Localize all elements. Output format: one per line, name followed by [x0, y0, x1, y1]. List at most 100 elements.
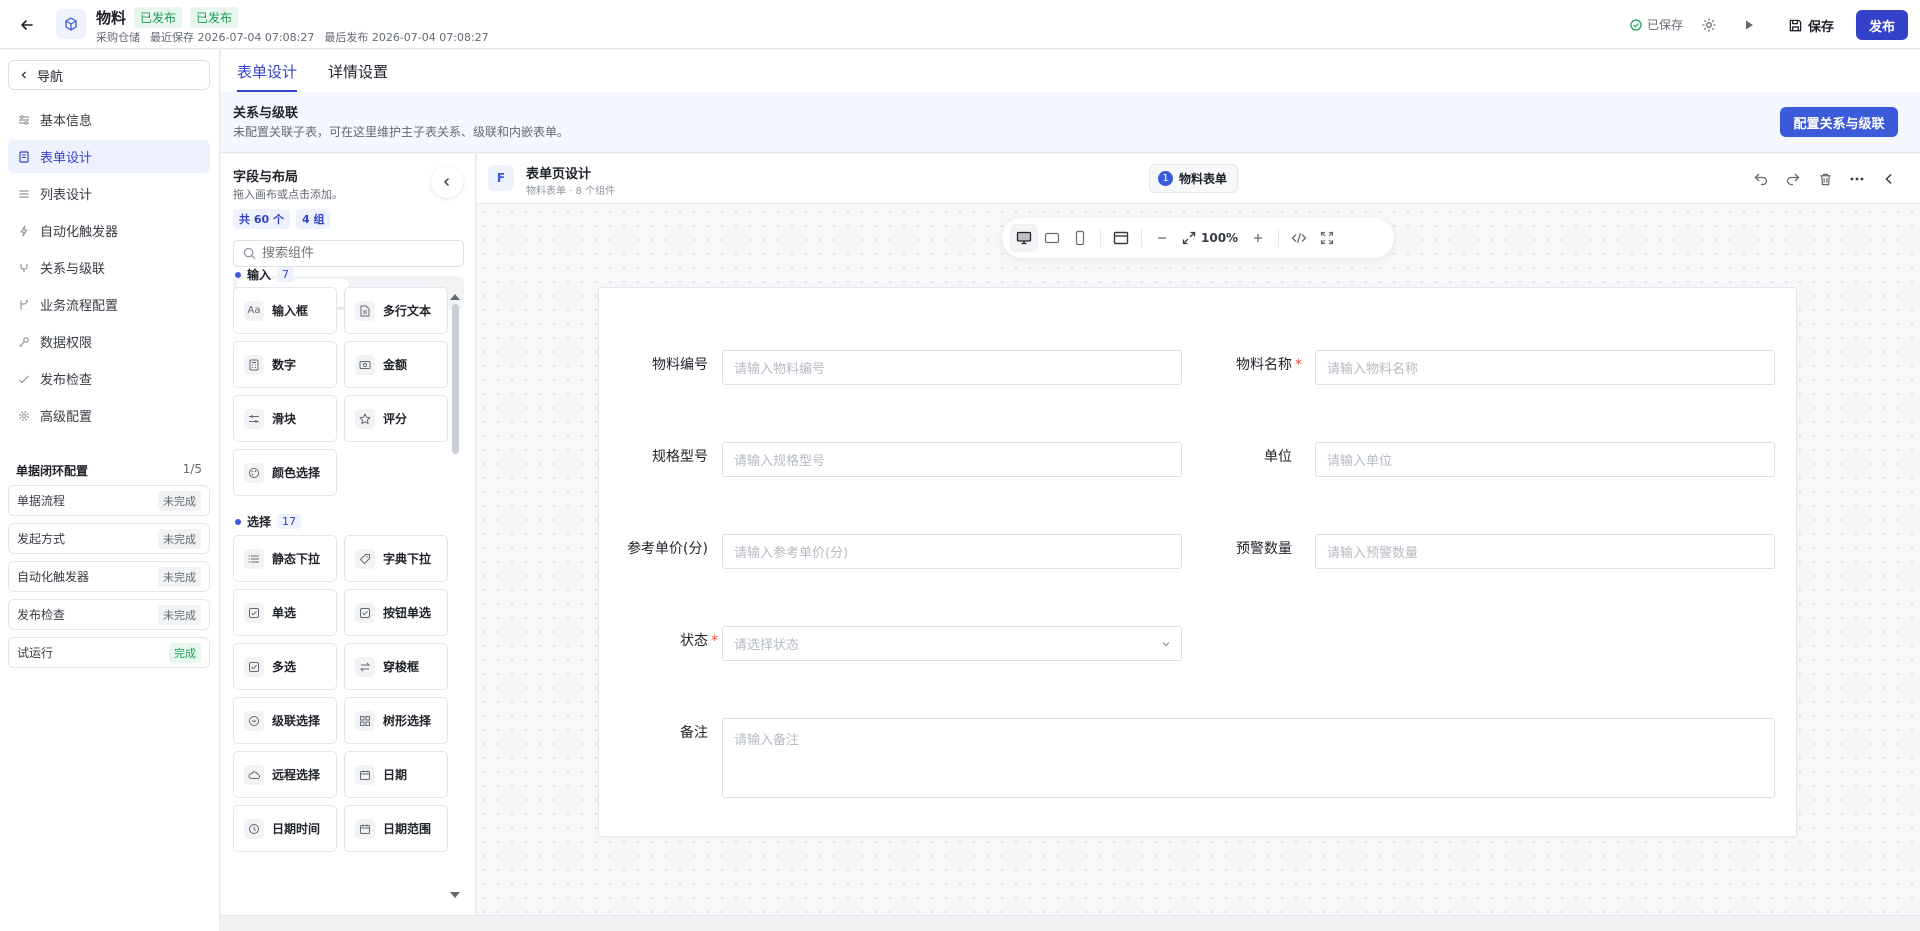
tab-form-design[interactable]: 表单设计 [237, 50, 298, 92]
sidebar-item-list-design[interactable]: 列表设计 [8, 177, 210, 210]
sidebar-item-label: 数据权限 [40, 336, 93, 351]
sliders-icon [18, 114, 30, 126]
alert-quantity-input[interactable]: 请输入预警数量 [1315, 534, 1775, 569]
sidebar-item-permissions[interactable]: 数据权限 [8, 325, 210, 358]
component-radio[interactable]: 单选 [233, 589, 337, 636]
closed-loop-config-count: 1/5 [182, 462, 202, 476]
component-color-picker[interactable]: 颜色选择 [233, 449, 337, 496]
back-button[interactable] [14, 12, 40, 38]
group-count: 17 [277, 514, 302, 529]
component-search[interactable] [233, 240, 464, 267]
sidebar-item-advanced[interactable]: 高级配置 [8, 399, 210, 432]
config-item-doc-flow[interactable]: 单据流程 未完成 [8, 485, 210, 516]
component-label: 日期时间 [272, 822, 321, 836]
minus-icon [1158, 237, 1166, 239]
component-panel: 字段与布局 拖入画布或点击添加。 共 60 个 4 组 组件库 60 字段资产 … [221, 154, 476, 915]
search-input[interactable] [262, 246, 452, 261]
transfer-icon [355, 656, 375, 677]
label-text: 状态 [680, 633, 708, 649]
zoom-fit-button[interactable]: 100% [1176, 231, 1244, 245]
layout-view-button[interactable] [1107, 224, 1135, 252]
component-tree-select[interactable]: 树形选择 [344, 697, 448, 744]
sidebar-item-form-design[interactable]: 表单设计 [8, 140, 210, 173]
arrow-left-icon [21, 20, 33, 30]
component-datetime[interactable]: 日期时间 [233, 805, 337, 852]
undo-button[interactable] [1747, 165, 1775, 193]
unit-input[interactable]: 请输入单位 [1315, 442, 1775, 477]
zoom-in-button[interactable] [1244, 224, 1272, 252]
group-header-select: 选择 17 [235, 513, 302, 530]
nav-label: 导航 [37, 69, 64, 85]
status-select-placeholder: 请选择状态 [734, 638, 800, 653]
play-icon [1746, 20, 1753, 30]
config-item-automation[interactable]: 自动化触发器 未完成 [8, 561, 210, 592]
status-badge: 未完成 [158, 528, 201, 549]
settings-button[interactable] [1695, 11, 1723, 39]
sidebar-item-publish-check[interactable]: 发布检查 [8, 362, 210, 395]
reference-price-input[interactable]: 请输入参考单价(分) [722, 534, 1182, 569]
panel-scrollbar[interactable] [452, 304, 459, 454]
field-label-material-code: 物料编号 [652, 354, 708, 374]
clock-icon [244, 818, 264, 839]
config-item-trial-run[interactable]: 试运行 完成 [8, 637, 210, 668]
fullscreen-button[interactable] [1313, 224, 1341, 252]
nav-back-button[interactable]: 导航 [8, 60, 210, 90]
spec-model-input[interactable]: 请输入规格型号 [722, 442, 1182, 477]
configure-relations-button[interactable]: 配置关系与级联 [1780, 107, 1898, 137]
config-item-publish-check[interactable]: 发布检查 未完成 [8, 599, 210, 630]
status-badge: 已发布 [190, 7, 239, 28]
form-tab[interactable]: 1 物料表单 [1149, 164, 1239, 193]
list-icon [244, 548, 264, 569]
component-amount[interactable]: 金额 [344, 341, 448, 388]
collapse-panel-button[interactable] [431, 166, 463, 198]
tab-detail-settings[interactable]: 详情设置 [328, 50, 388, 92]
run-button[interactable] [1735, 11, 1763, 39]
mobile-view-button[interactable] [1066, 224, 1094, 252]
publish-button[interactable]: 发布 [1856, 10, 1908, 40]
status-select[interactable]: 请选择状态 [722, 626, 1182, 661]
form-icon [18, 150, 30, 163]
label-text: 参考单价(分) [627, 541, 708, 557]
component-checkbox[interactable]: 多选 [233, 643, 337, 690]
save-button[interactable]: 保存 [1778, 11, 1844, 39]
component-remote-select[interactable]: 远程选择 [233, 751, 337, 798]
zoom-out-button[interactable] [1148, 224, 1176, 252]
tablet-icon [1044, 232, 1060, 244]
config-item-initiation[interactable]: 发起方式 未完成 [8, 523, 210, 554]
status-badge: 未完成 [158, 566, 201, 587]
component-transfer[interactable]: 穿梭框 [344, 643, 448, 690]
component-textarea[interactable]: 多行文本 [344, 287, 448, 334]
sidebar-item-label: 表单设计 [40, 151, 93, 166]
component-text-input[interactable]: Aa 输入框 [233, 287, 337, 334]
component-cascader[interactable]: 级联选择 [233, 697, 337, 744]
sidebar-item-workflow[interactable]: 业务流程配置 [8, 288, 210, 321]
meta-source: 采购仓储 [96, 31, 140, 44]
material-name-input[interactable]: 请输入物料名称 [1315, 350, 1775, 385]
delete-button[interactable] [1811, 165, 1839, 193]
tablet-view-button[interactable] [1038, 224, 1066, 252]
collapse-right-button[interactable] [1875, 165, 1903, 193]
label-text: 单位 [1264, 449, 1292, 465]
scroll-down-arrow[interactable] [450, 892, 460, 898]
palette-icon [244, 462, 264, 483]
component-slider[interactable]: 滑块 [233, 395, 337, 442]
component-button-radio[interactable]: 按钮单选 [344, 589, 448, 636]
more-button[interactable] [1843, 165, 1871, 193]
component-rating[interactable]: 评分 [344, 395, 448, 442]
component-static-dropdown[interactable]: 静态下拉 [233, 535, 337, 582]
component-label: 树形选择 [383, 714, 432, 728]
redo-button[interactable] [1779, 165, 1807, 193]
desktop-view-button[interactable] [1010, 224, 1038, 252]
component-dict-dropdown[interactable]: 字典下拉 [344, 535, 448, 582]
check-icon [18, 373, 30, 385]
component-number[interactable]: 数字 [233, 341, 337, 388]
sidebar-item-basic-info[interactable]: 基本信息 [8, 103, 210, 136]
component-date-range[interactable]: 日期范围 [344, 805, 448, 852]
component-date[interactable]: 日期 [344, 751, 448, 798]
material-code-input[interactable]: 请输入物料编号 [722, 350, 1182, 385]
remarks-textarea[interactable]: 请输入备注 [722, 718, 1775, 798]
sidebar-item-relations[interactable]: 关系与级联 [8, 251, 210, 284]
scroll-up-arrow[interactable] [450, 294, 460, 300]
code-view-button[interactable] [1285, 224, 1313, 252]
sidebar-item-automation[interactable]: 自动化触发器 [8, 214, 210, 247]
